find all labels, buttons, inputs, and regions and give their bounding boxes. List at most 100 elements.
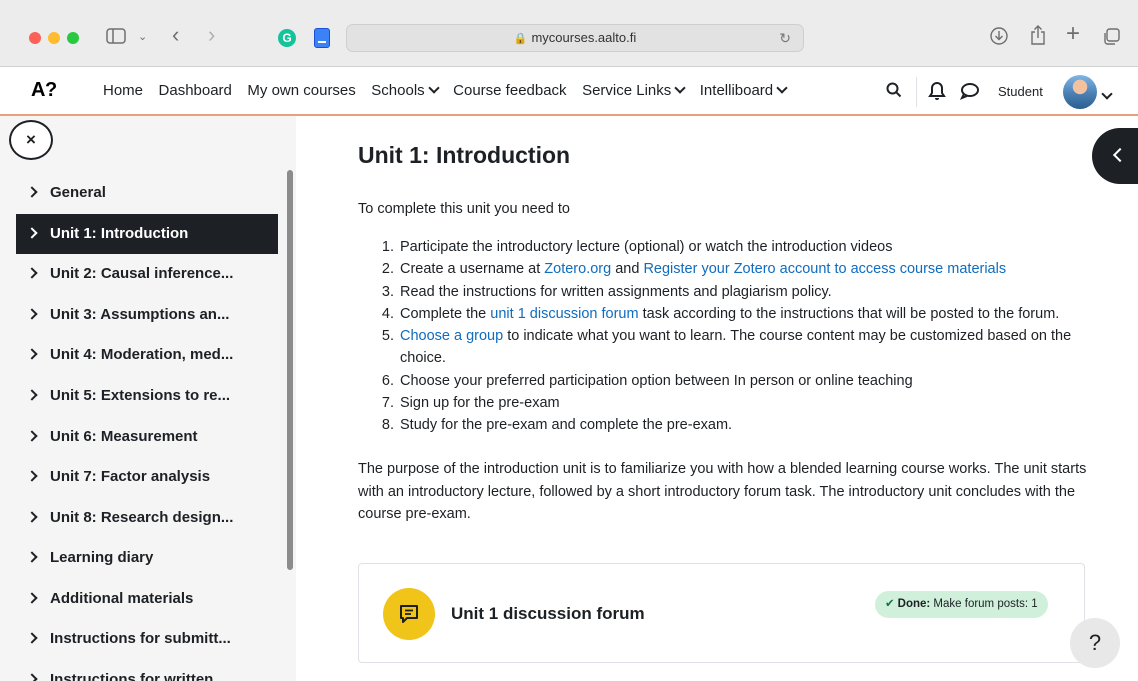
chevron-right-icon <box>26 430 38 442</box>
step-text: Choose your preferred participation opti… <box>400 372 913 389</box>
intro-text: To complete this unit you need to <box>358 201 570 217</box>
nav-schools-dropdown[interactable]: Schools <box>371 82 440 99</box>
chevron-right-icon <box>26 551 38 563</box>
course-index-item-instructions-written[interactable]: Instructions for written... <box>16 660 278 681</box>
nav-home[interactable]: Home <box>103 82 143 99</box>
address-bar[interactable]: 🔒 mycourses.aalto.fi ↻ <box>346 24 804 52</box>
nav-schools-label: Schools <box>371 82 425 99</box>
nav-divider <box>916 77 917 107</box>
step-text: Complete the <box>400 305 491 322</box>
download-icon[interactable] <box>990 27 1008 49</box>
chevron-right-icon <box>26 389 38 401</box>
help-button[interactable]: ? <box>1070 618 1120 668</box>
course-index-label: Unit 7: Factor analysis <box>50 468 211 485</box>
minimize-window-button[interactable] <box>48 32 60 44</box>
open-block-drawer-button[interactable] <box>1092 128 1138 184</box>
close-drawer-button[interactable]: × <box>9 120 53 160</box>
course-index-label: Unit 8: Research design... <box>50 509 234 526</box>
back-button[interactable]: ‹ <box>172 24 179 46</box>
list-item: Participate the introductory lecture (op… <box>398 236 1118 258</box>
zotero-link[interactable]: Zotero.org <box>544 261 611 277</box>
completion-detail: Make forum posts: 1 <box>930 598 1038 610</box>
completion-status: Done: <box>897 598 931 610</box>
course-index-drawer: × General Unit 1: Introduction Unit 2: C… <box>0 116 296 681</box>
course-index-label: Unit 2: Causal inference... <box>50 265 234 282</box>
course-index-item-unit-8[interactable]: Unit 8: Research design... <box>16 498 278 538</box>
unit-1-forum-link[interactable]: unit 1 discussion forum <box>490 306 638 322</box>
nav-course-feedback[interactable]: Course feedback <box>453 82 566 99</box>
list-item: Create a username at Zotero.org and Regi… <box>398 258 1118 280</box>
chevron-right-icon <box>26 511 38 523</box>
document-extension-icon[interactable] <box>314 28 330 48</box>
nav-intelliboard-dropdown[interactable]: Intelliboard <box>699 82 788 99</box>
forward-button[interactable]: › <box>208 24 215 46</box>
course-index-label: Learning diary <box>50 549 154 566</box>
nav-service-links-dropdown[interactable]: Service Links <box>582 82 686 99</box>
list-item: Sign up for the pre-exam <box>398 392 1118 414</box>
completion-badge: ✔ Done: Make forum posts: 1 <box>875 591 1048 618</box>
site-logo[interactable]: A? <box>31 79 57 102</box>
chevron-right-icon <box>26 470 38 482</box>
course-index-item-unit-6[interactable]: Unit 6: Measurement <box>16 417 278 457</box>
main-content: Unit 1: Introduction To complete this un… <box>296 116 1138 681</box>
purpose-paragraph: The purpose of the introduction unit is … <box>358 461 1087 522</box>
course-index-item-instructions-submitting[interactable]: Instructions for submitt... <box>16 619 278 659</box>
step-text: Sign up for the pre-exam <box>400 395 560 412</box>
notifications-bell-icon[interactable] <box>928 81 946 106</box>
primary-menu: Home Dashboard My own courses Schools Co… <box>103 82 802 99</box>
user-role-label[interactable]: Student <box>998 84 1043 99</box>
course-index-item-unit-7[interactable]: Unit 7: Factor analysis <box>16 457 278 497</box>
forum-activity-link[interactable]: Unit 1 discussion forum <box>451 604 645 624</box>
tab-overview-icon[interactable] <box>1102 28 1120 50</box>
course-index-label: Unit 3: Assumptions an... <box>50 306 230 323</box>
chevron-left-icon <box>1112 147 1128 163</box>
zoom-window-button[interactable] <box>67 32 79 44</box>
forum-activity-card: Unit 1 discussion forum ✔ Done: Make foru… <box>358 563 1085 663</box>
chevron-down-icon <box>427 82 440 94</box>
search-icon[interactable] <box>885 81 903 104</box>
user-avatar[interactable] <box>1063 75 1097 109</box>
nav-my-own-courses[interactable]: My own courses <box>247 82 355 99</box>
reload-icon[interactable]: ↻ <box>779 25 791 51</box>
chevron-right-icon <box>26 227 38 239</box>
chevron-down-icon[interactable] <box>1101 88 1113 106</box>
register-zotero-link[interactable]: Register your Zotero account to access c… <box>643 261 1006 277</box>
course-index-label: Additional materials <box>50 590 194 607</box>
course-index-item-unit-1[interactable]: Unit 1: Introduction <box>16 214 278 254</box>
chevron-right-icon <box>26 308 38 320</box>
chevron-right-icon <box>26 592 38 604</box>
list-item: Complete the unit 1 discussion forum tas… <box>398 303 1118 325</box>
forum-icon <box>383 588 435 640</box>
course-index-item-unit-4[interactable]: Unit 4: Moderation, med... <box>16 335 278 375</box>
share-icon[interactable] <box>1030 25 1046 49</box>
list-item: Choose your preferred participation opti… <box>398 370 1118 392</box>
task-list: Participate the introductory lecture (op… <box>358 236 1118 437</box>
grammarly-extension-icon[interactable]: G <box>278 29 296 47</box>
nav-intelliboard-label: Intelliboard <box>699 82 774 99</box>
nav-dashboard[interactable]: Dashboard <box>159 82 232 99</box>
list-item: Read the instructions for written assign… <box>398 281 1118 303</box>
new-tab-icon[interactable]: + <box>1066 22 1080 46</box>
course-index-item-learning-diary[interactable]: Learning diary <box>16 538 278 578</box>
course-index-item-unit-2[interactable]: Unit 2: Causal inference... <box>16 254 278 294</box>
sidebar-toggle-icon[interactable] <box>106 28 126 48</box>
course-index-label: Unit 1: Introduction <box>50 225 189 242</box>
messages-icon[interactable] <box>959 82 980 105</box>
chevron-down-icon <box>776 82 788 94</box>
course-index-item-general[interactable]: General <box>16 173 278 213</box>
browser-toolbar: ⌄ ‹ › G 🔒 mycourses.aalto.fi ↻ + <box>0 0 1138 67</box>
course-index-item-unit-3[interactable]: Unit 3: Assumptions an... <box>16 295 278 335</box>
course-index-item-unit-5[interactable]: Unit 5: Extensions to re... <box>16 376 278 416</box>
course-index-label: Unit 5: Extensions to re... <box>50 387 231 404</box>
step-text: task according to the instructions that … <box>638 305 1060 322</box>
choose-group-link[interactable]: Choose a group <box>400 328 503 344</box>
page-title: Unit 1: Introduction <box>358 142 571 168</box>
step-text: Participate the introductory lecture (op… <box>400 239 893 255</box>
site-navbar: A? Home Dashboard My own courses Schools… <box>0 67 1138 116</box>
nav-service-links-label: Service Links <box>582 82 672 99</box>
chevron-down-icon[interactable]: ⌄ <box>138 27 147 47</box>
sidebar-scrollbar[interactable] <box>287 170 293 570</box>
close-window-button[interactable] <box>29 32 41 44</box>
course-index-item-additional-materials[interactable]: Additional materials <box>16 579 278 619</box>
step-text: Create a username at <box>400 261 545 278</box>
